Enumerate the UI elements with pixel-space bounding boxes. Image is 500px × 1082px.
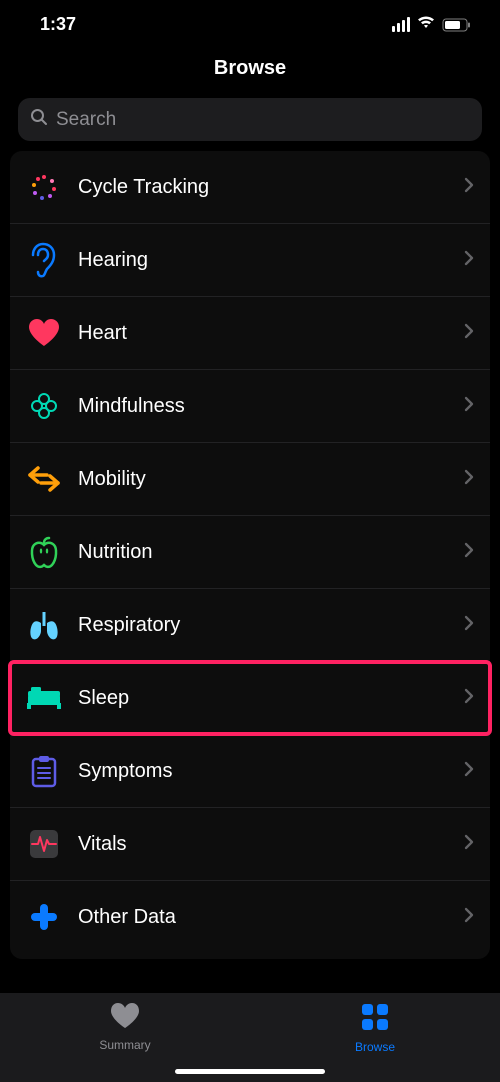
status-icons — [392, 14, 472, 35]
category-vitals[interactable]: Vitals — [10, 808, 490, 881]
home-indicator[interactable] — [175, 1069, 325, 1074]
category-label: Hearing — [78, 249, 464, 272]
status-time: 1:37 — [40, 14, 76, 35]
wifi-icon — [416, 14, 436, 35]
search-icon — [30, 108, 48, 131]
battery-icon — [442, 18, 472, 32]
hearing-icon — [22, 242, 66, 278]
tab-label: Summary — [99, 1038, 150, 1052]
category-hearing[interactable]: Hearing — [10, 224, 490, 297]
category-respiratory[interactable]: Respiratory — [10, 589, 490, 662]
cellular-icon — [392, 17, 410, 32]
category-label: Heart — [78, 322, 464, 345]
heart-fill-icon — [110, 1003, 140, 1034]
category-list: Cycle Tracking Hearing Heart Mindfulness — [10, 151, 490, 959]
category-label: Cycle Tracking — [78, 176, 464, 199]
page-title: Browse — [0, 43, 500, 90]
search-bar[interactable] — [18, 98, 482, 141]
category-mindfulness[interactable]: Mindfulness — [10, 370, 490, 443]
chevron-right-icon — [464, 615, 474, 636]
category-sleep[interactable]: Sleep — [10, 662, 490, 735]
other-data-icon — [22, 899, 66, 935]
status-bar: 1:37 — [0, 0, 500, 43]
chevron-right-icon — [464, 323, 474, 344]
category-label: Mobility — [78, 468, 464, 491]
respiratory-icon — [22, 607, 66, 643]
chevron-right-icon — [464, 542, 474, 563]
category-cycle-tracking[interactable]: Cycle Tracking — [10, 151, 490, 224]
category-label: Nutrition — [78, 541, 464, 564]
tab-label: Browse — [355, 1040, 395, 1054]
heart-icon — [22, 315, 66, 351]
tab-summary[interactable]: Summary — [0, 1003, 250, 1054]
category-label: Vitals — [78, 833, 464, 856]
chevron-right-icon — [464, 250, 474, 271]
grid-icon — [361, 1003, 389, 1036]
chevron-right-icon — [464, 469, 474, 490]
category-label: Sleep — [78, 687, 464, 710]
chevron-right-icon — [464, 907, 474, 928]
category-nutrition[interactable]: Nutrition — [10, 516, 490, 589]
mobility-icon — [22, 461, 66, 497]
category-label: Mindfulness — [78, 395, 464, 418]
category-other-data[interactable]: Other Data — [10, 881, 490, 953]
chevron-right-icon — [464, 688, 474, 709]
category-label: Symptoms — [78, 760, 464, 783]
nutrition-icon — [22, 534, 66, 570]
category-label: Other Data — [78, 906, 464, 929]
chevron-right-icon — [464, 834, 474, 855]
category-heart[interactable]: Heart — [10, 297, 490, 370]
category-mobility[interactable]: Mobility — [10, 443, 490, 516]
cycle-tracking-icon — [22, 169, 66, 205]
mindfulness-icon — [22, 388, 66, 424]
chevron-right-icon — [464, 761, 474, 782]
sleep-icon — [22, 680, 66, 716]
chevron-right-icon — [464, 396, 474, 417]
chevron-right-icon — [464, 177, 474, 198]
search-input[interactable] — [56, 109, 470, 131]
tab-browse[interactable]: Browse — [250, 1003, 500, 1054]
symptoms-icon — [22, 753, 66, 789]
category-label: Respiratory — [78, 614, 464, 637]
vitals-icon — [22, 826, 66, 862]
category-symptoms[interactable]: Symptoms — [10, 735, 490, 808]
